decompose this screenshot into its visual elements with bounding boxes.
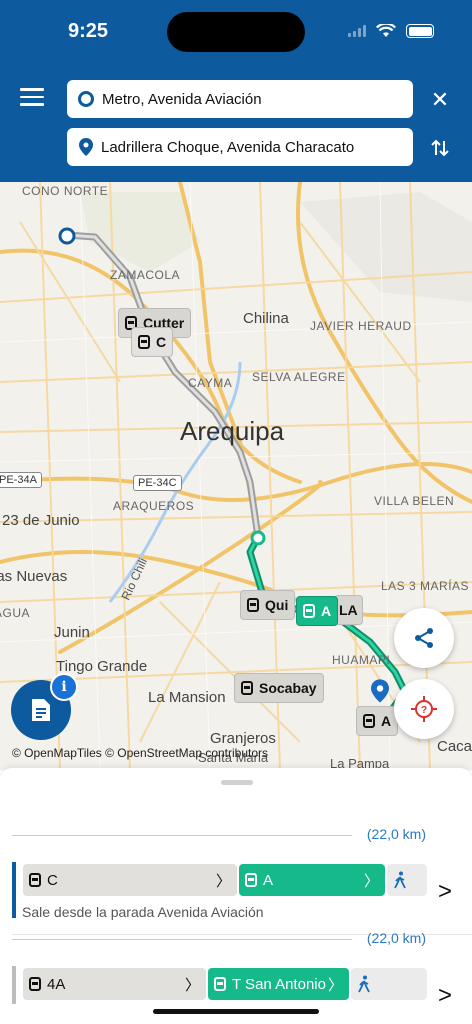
map-label: Caca xyxy=(437,738,472,755)
status-bar: 9:25 xyxy=(0,0,472,62)
map-label: Junin xyxy=(54,624,90,641)
bus-icon xyxy=(247,598,259,612)
bus-icon xyxy=(214,977,226,991)
top-header: 9:25 Metro, Avenida Aviación ✕ Ladriller… xyxy=(0,0,472,182)
bus-icon xyxy=(138,335,150,349)
bus-icon xyxy=(245,873,257,887)
origin-field[interactable]: Metro, Avenida Aviación xyxy=(67,80,413,118)
info-icon[interactable]: i xyxy=(50,673,78,701)
route-description: Sale desde la parada Avenida Aviación xyxy=(22,904,264,920)
route-segment-bus[interactable]: C 〉 xyxy=(23,864,237,896)
destination-pin-icon xyxy=(371,679,389,703)
map-stop-badge[interactable]: Socabay xyxy=(234,673,324,703)
map-attribution: © OpenMapTiles © OpenStreetMap contribut… xyxy=(12,746,269,760)
chevron-right-icon: 〉 xyxy=(184,976,200,994)
sheet-grabber[interactable] xyxy=(221,780,253,785)
map-label: LAS 3 MARÍAS xyxy=(381,579,470,593)
crosshair-icon: ? xyxy=(411,696,437,722)
wifi-icon xyxy=(376,24,396,37)
bus-icon xyxy=(363,714,375,728)
map-label: ZAMACOLA xyxy=(110,268,181,282)
route-segment-bus[interactable]: T San Antonio 〉 xyxy=(208,968,349,1000)
location-pin-icon xyxy=(79,138,93,156)
origin-circle-icon xyxy=(78,91,94,107)
route-accent-bar xyxy=(12,966,16,1004)
chevron-right-icon: 〉 xyxy=(215,872,231,890)
map-label: 23 de Junio xyxy=(2,512,80,529)
route-accent-bar xyxy=(12,862,16,918)
destination-input-value[interactable]: Ladrillera Choque, Avenida Characato xyxy=(101,139,354,156)
menu-button[interactable] xyxy=(20,88,44,108)
map-label: CONO NORTE xyxy=(22,184,109,198)
map-stop-badge[interactable]: Qui xyxy=(240,590,296,620)
chevron-right-icon: 〉 xyxy=(327,976,343,994)
route-segment-bus[interactable]: A 〉 xyxy=(239,864,385,896)
route-segment-walk[interactable] xyxy=(387,864,427,896)
map-label: HUAMAPI xyxy=(332,653,391,667)
status-time: 9:25 xyxy=(68,20,109,42)
map-stop-badge[interactable]: A xyxy=(296,596,339,626)
dynamic-island xyxy=(167,12,305,52)
share-button[interactable] xyxy=(394,608,454,668)
map-stop-badge[interactable]: C xyxy=(131,327,174,357)
route-distance: (22,0 km) xyxy=(366,826,426,842)
map-label: CAYMA xyxy=(188,376,233,390)
route-distance: (22,0 km) xyxy=(366,930,426,946)
map-label: ARAQUEROS xyxy=(113,499,195,513)
bus-icon xyxy=(241,681,253,695)
close-icon[interactable]: ✕ xyxy=(428,88,452,112)
map-label: VILLA BELEN xyxy=(374,494,455,508)
bus-icon xyxy=(303,604,315,618)
map-label: SELVA ALEGRE xyxy=(252,370,346,384)
destination-field[interactable]: Ladrillera Choque, Avenida Characato xyxy=(67,128,413,166)
map-label-badge: LA xyxy=(334,595,363,625)
svg-text:?: ? xyxy=(421,705,427,716)
map-label: Tingo Grande xyxy=(56,658,148,675)
swap-icon[interactable] xyxy=(430,137,450,159)
map-label: bas Nuevas xyxy=(0,568,68,585)
routes-sheet: (22,0 km) C 〉 A 〉 > Sale desde la parada… xyxy=(0,768,472,1024)
road-shield: PE-34C xyxy=(133,475,182,491)
chevron-right-icon[interactable]: > xyxy=(438,878,452,906)
locate-me-button[interactable]: ? xyxy=(394,679,454,739)
map-stop-badge[interactable]: A xyxy=(356,706,399,736)
chevron-right-icon: 〉 xyxy=(363,872,379,890)
home-indicator[interactable] xyxy=(153,1009,319,1014)
route-segment-bus[interactable]: 4A 〉 xyxy=(23,968,206,1000)
map-label: Chilina xyxy=(243,310,289,327)
road-shield: PE-34A xyxy=(0,472,42,488)
share-icon xyxy=(415,628,433,648)
walk-icon xyxy=(394,871,406,889)
walk-icon xyxy=(358,975,370,993)
chevron-right-icon[interactable]: > xyxy=(438,982,452,1010)
map-label: JAVIER HERAUD xyxy=(310,319,412,333)
signal-icon xyxy=(348,25,366,37)
origin-input-value[interactable]: Metro, Avenida Aviación xyxy=(102,91,262,108)
battery-icon xyxy=(406,24,434,38)
map-label: AGUA xyxy=(0,606,31,620)
bus-icon xyxy=(29,977,41,991)
bus-icon xyxy=(29,873,41,887)
document-icon xyxy=(32,699,50,721)
map-label: La Mansion xyxy=(148,689,226,706)
map-label: Granjeros xyxy=(210,730,276,747)
map-label-city: Arequipa xyxy=(180,416,285,446)
route-segment-walk[interactable] xyxy=(351,968,427,1000)
